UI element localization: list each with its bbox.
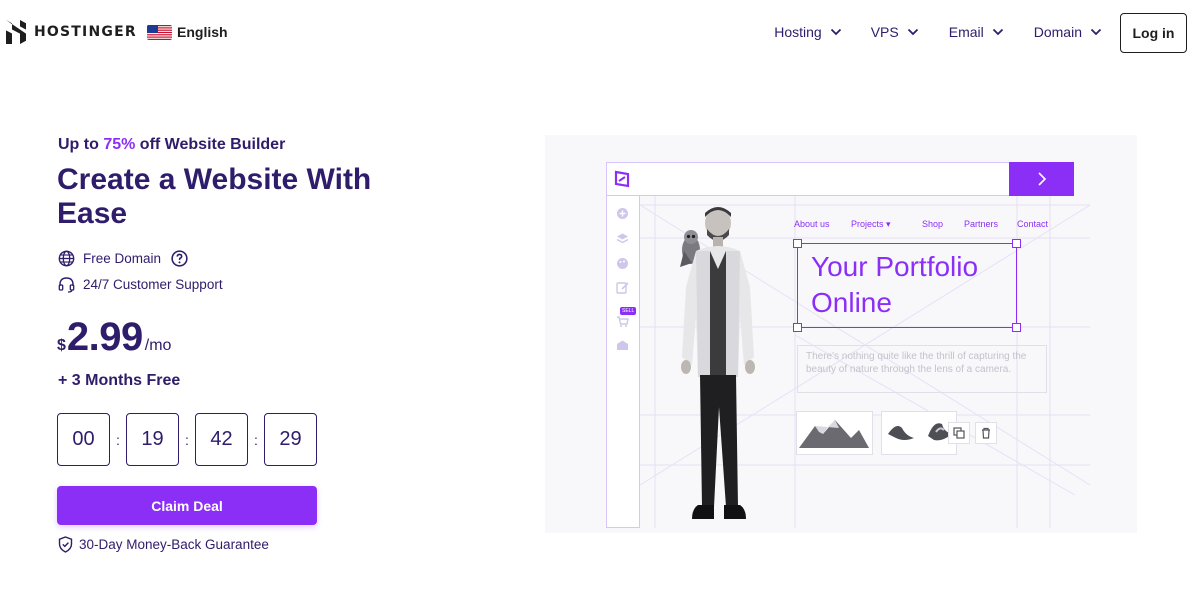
mountain-image-icon: [799, 420, 869, 448]
resize-handle: [793, 323, 802, 332]
headset-icon: [58, 277, 75, 293]
add-icon: [617, 208, 628, 219]
site-header: HOSTINGER English Hosting VPS Email Doma…: [0, 0, 1200, 66]
main-nav: Hosting VPS Email Domain: [774, 22, 1102, 42]
price-currency: $: [57, 337, 66, 354]
mock-nav-about: About us: [794, 219, 830, 229]
nav-email[interactable]: Email: [949, 22, 1004, 42]
person-photo: [680, 207, 755, 519]
nav-vps[interactable]: VPS: [871, 22, 919, 42]
layers-icon: [616, 233, 629, 244]
builder-topbar: [606, 162, 1074, 196]
hero-title: Create a Website With Ease: [57, 163, 372, 230]
guarantee-label: 30-Day Money-Back Guarantee: [79, 537, 269, 552]
price-amount: 2.99: [66, 315, 143, 359]
edit-icon: [616, 282, 629, 294]
promo-percent: 75%: [103, 136, 136, 153]
trash-icon: [982, 427, 990, 439]
chevron-down-icon: [830, 28, 841, 36]
bonus-text: + 3 Months Free: [58, 372, 181, 389]
feature-free-domain: Free Domain: [58, 250, 188, 267]
nav-domain[interactable]: Domain: [1034, 22, 1102, 42]
mock-headline-line-1: Your Portfolio: [811, 251, 979, 282]
promo-text: Up to 75% off Website Builder: [58, 136, 285, 154]
timer-days: 00: [57, 413, 110, 466]
mock-paragraph: There's nothing quite like the thrill of…: [806, 351, 1027, 375]
nav-email-label: Email: [948, 24, 984, 40]
feature-label: Free Domain: [83, 251, 162, 266]
chevron-down-icon: [1090, 28, 1102, 36]
shield-check-icon: [58, 536, 73, 553]
nav-domain-label: Domain: [1033, 24, 1082, 40]
language-selector[interactable]: English: [147, 24, 228, 40]
mock-headline: Your Portfolio Online: [811, 249, 978, 321]
language-label: English: [177, 24, 228, 40]
birds-image-icon: [888, 423, 952, 441]
feature-support: 24/7 Customer Support: [58, 276, 223, 293]
sell-badge: SELL: [620, 307, 637, 315]
website-builder-illustration: SELL About us Projects ▾ Shop Partners C…: [545, 135, 1137, 533]
palette-icon: [617, 258, 628, 269]
builder-logo-icon: [614, 170, 630, 188]
timer-separator: :: [254, 431, 258, 448]
birds-thumbnail: [881, 411, 957, 455]
timer-hours: 19: [126, 413, 179, 466]
nav-hosting-label: Hosting: [774, 24, 822, 40]
chevron-down-icon: [907, 28, 918, 36]
delete-button: [975, 422, 997, 444]
feature-label: 24/7 Customer Support: [83, 277, 223, 292]
chat-icon: [617, 340, 628, 350]
nav-vps-label: VPS: [870, 24, 899, 40]
promo-suffix: off Website Builder: [135, 136, 286, 153]
nav-hosting[interactable]: Hosting: [774, 22, 841, 42]
resize-handle: [793, 239, 802, 248]
builder-next-button: [1009, 162, 1074, 196]
mock-headline-line-2: Online: [811, 287, 892, 318]
hostinger-logo-icon: [6, 20, 26, 44]
login-button[interactable]: Log in: [1120, 13, 1187, 53]
mock-nav-partners: Partners: [964, 219, 999, 229]
price-period: /mo: [144, 337, 172, 354]
timer-separator: :: [185, 431, 189, 448]
duplicate-button: [948, 422, 970, 444]
promo-prefix: Up to: [58, 136, 104, 153]
help-circle-icon[interactable]: [171, 250, 188, 267]
cart-icon: [617, 316, 629, 327]
money-back-guarantee: 30-Day Money-Back Guarantee: [58, 536, 269, 553]
copy-icon: [953, 427, 965, 439]
resize-handle: [1012, 239, 1021, 248]
globe-icon: [58, 250, 75, 267]
mock-nav-contact: Contact: [1017, 219, 1049, 229]
mock-nav-projects: Projects ▾: [851, 219, 891, 229]
countdown-timer: 00 : 19 : 42 : 29: [57, 413, 317, 466]
claim-deal-button[interactable]: Claim Deal: [57, 486, 317, 525]
timer-separator: :: [116, 431, 120, 448]
resize-handle: [1012, 323, 1021, 332]
mountain-thumbnail: [796, 411, 873, 455]
timer-minutes: 42: [195, 413, 248, 466]
mock-nav-shop: Shop: [922, 219, 944, 229]
hostinger-logo[interactable]: HOSTINGER: [6, 20, 137, 44]
timer-seconds: 29: [264, 413, 317, 466]
chevron-down-icon: [992, 28, 1003, 36]
brand-name: HOSTINGER: [34, 24, 137, 40]
chevron-right-icon: [1037, 172, 1046, 186]
price: $ 2.99 /mo: [57, 315, 171, 360]
us-flag-icon: [147, 24, 172, 40]
